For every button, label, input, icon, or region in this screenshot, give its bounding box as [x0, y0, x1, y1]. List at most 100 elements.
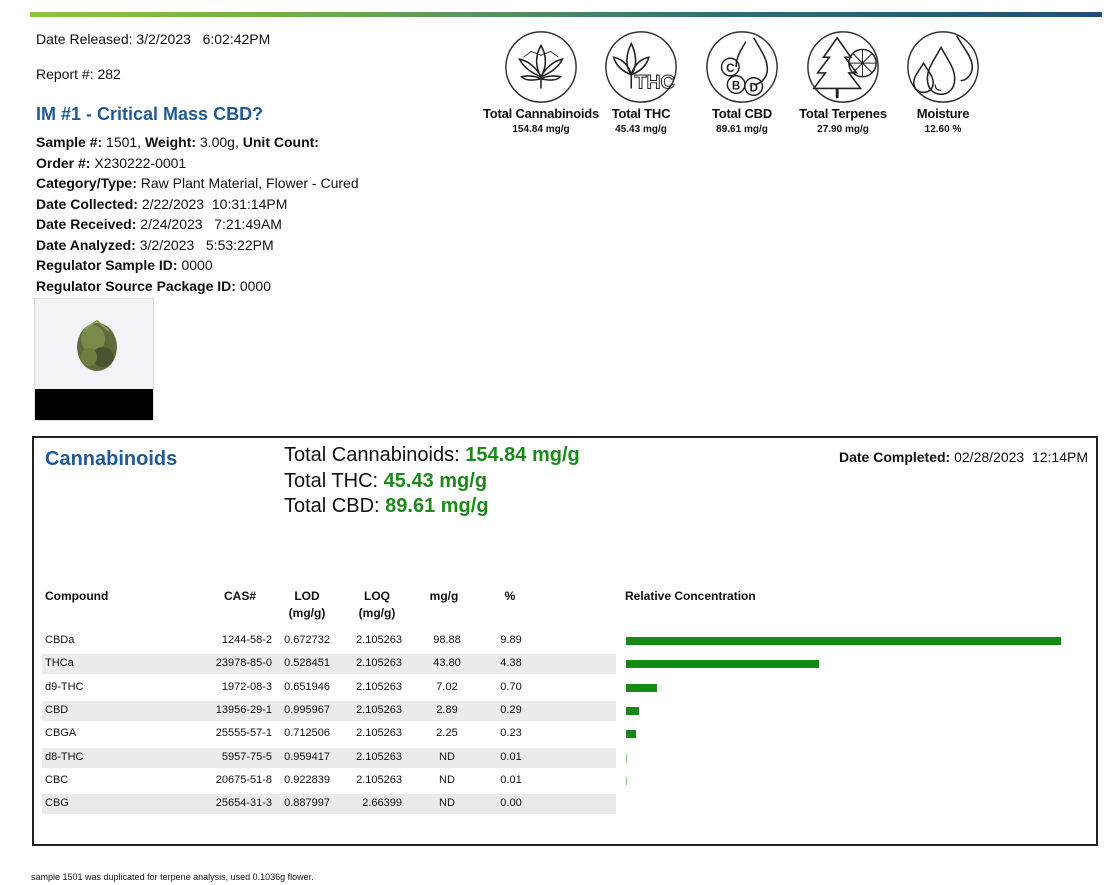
- cell-mgg: 7.02: [436, 680, 458, 693]
- cell-mgg: 2.89: [436, 703, 458, 716]
- cell-pct: 9.89: [500, 634, 522, 646]
- cell-loq: 2.105263: [356, 703, 402, 716]
- category-row: Category/Type: Raw Plant Material, Flowe…: [36, 175, 359, 191]
- cell-loq: 2.105263: [356, 657, 402, 670]
- concentration-bar: [626, 660, 819, 669]
- concentration-bar: [626, 637, 1062, 645]
- cell-mgg: ND: [439, 750, 455, 763]
- relative-concentration-cell: [626, 678, 1066, 698]
- table-row: THCa 23978-85-0 0.528451 2.105263 43.80 4.38: [42, 654, 616, 675]
- col-loq: LOQ (mg/g): [358, 589, 396, 620]
- cell-lod: 0.922839: [284, 773, 330, 786]
- relative-concentration-cell: [626, 794, 1066, 814]
- cell-lod: 0.995967: [284, 703, 330, 716]
- cell-compound: THCa: [45, 657, 74, 670]
- cell-lod: 0.672732: [284, 634, 330, 646]
- cell-pct: 0.00: [500, 797, 522, 810]
- cbd-drop-icon: C B D: [706, 31, 778, 103]
- footnote: sample 1501 was duplicated for terpene a…: [31, 872, 314, 882]
- col-cas: CAS#: [223, 589, 256, 603]
- summary-total-terpenes: Total Terpenes 27.90 mg/g: [793, 28, 893, 135]
- flower-image: [35, 299, 153, 391]
- sample-photo: [34, 298, 154, 421]
- thc-leaf-icon: THC: [605, 31, 677, 103]
- cell-compound: CBD: [45, 703, 69, 716]
- relative-concentration-cell: [626, 771, 1066, 791]
- water-drops-icon: [907, 31, 979, 103]
- summary-total-cbd: C B D Total CBD 89.61 mg/g: [692, 28, 792, 135]
- collected-row: Date Collected: 2/22/2023 10:31:14PM: [36, 195, 288, 212]
- cell-compound: CBC: [45, 773, 69, 786]
- cell-loq: 2.105263: [356, 680, 402, 693]
- cell-pct: 0.01: [500, 773, 522, 786]
- summary-moisture: Moisture 12.60 %: [893, 28, 993, 135]
- cell-lod: 0.651946: [284, 680, 330, 693]
- concentration-bar: [626, 753, 628, 762]
- header-gradient-bar: [30, 12, 1102, 17]
- cell-mgg: ND: [439, 773, 455, 786]
- table-row: d8-THC 5957-75-5 0.959417 2.105263 ND 0.01: [42, 747, 616, 768]
- cell-mgg: 98.88: [433, 634, 461, 646]
- total-cbd-line: Total CBD: 89.61 mg/g: [284, 495, 489, 517]
- svg-text:THC: THC: [635, 71, 675, 93]
- cell-lod: 0.887997: [284, 797, 330, 810]
- total-cannabinoids-line: Total Cannabinoids: 154.84 mg/g: [284, 444, 580, 466]
- cannabis-leaf-icon: [505, 31, 577, 103]
- relative-concentration-cell: [626, 748, 1066, 768]
- table-row: CBGA 25555-57-1 0.712506 2.105263 2.25 0.23: [42, 724, 616, 744]
- svg-text:C: C: [726, 62, 735, 75]
- col-pct: %: [504, 589, 516, 603]
- relative-concentration-cell: [626, 724, 1066, 744]
- relative-concentration-cell: [626, 654, 1066, 674]
- cannabinoids-panel: Cannabinoids Total Cannabinoids: 154.84 …: [32, 436, 1098, 846]
- redaction-bar: [35, 389, 153, 420]
- cell-mgg: ND: [439, 797, 455, 810]
- concentration-bar: [626, 706, 639, 715]
- cell-mgg: 43.80: [433, 657, 461, 670]
- cell-pct: 0.70: [500, 680, 522, 693]
- report-number: Report #: 282: [36, 66, 121, 82]
- col-mgg: mg/g: [429, 589, 459, 603]
- cell-lod: 0.959417: [284, 750, 330, 763]
- cell-pct: 0.29: [500, 703, 522, 716]
- order-row: Order #: X230222-0001: [36, 154, 187, 171]
- analyzed-row: Date Analyzed: 3/2/2023 5:53:22PM: [36, 236, 274, 253]
- table-row: CBG 25654-31-3 0.887997 2.66399 ND 0.00: [42, 794, 616, 815]
- cell-compound: CBGA: [45, 727, 77, 740]
- svg-text:B: B: [732, 79, 740, 92]
- svg-text:D: D: [749, 81, 757, 94]
- tree-lemon-icon: [807, 31, 879, 103]
- cell-loq: 2.66399: [362, 797, 402, 810]
- cell-lod: 0.528451: [284, 657, 330, 670]
- col-relative: Relative Concentration: [625, 589, 756, 603]
- concentration-bar: [626, 776, 628, 785]
- cell-compound: CBG: [45, 797, 69, 810]
- date-released: Date Released: 3/2/2023 6:02:42PM: [36, 31, 271, 47]
- total-thc-line: Total THC: 45.43 mg/g: [284, 469, 488, 492]
- cell-mgg: 2.25: [436, 727, 458, 740]
- cell-loq: 2.105263: [356, 773, 402, 786]
- cell-lod: 0.712506: [284, 727, 330, 740]
- cannabinoid-totals: Total Cannabinoids: 154.84 mg/g Total TH…: [284, 443, 580, 520]
- summary-total-thc: THC Total THC 45.43 mg/g: [591, 28, 691, 135]
- cell-pct: 0.23: [500, 727, 522, 740]
- cell-compound: CBDa: [45, 634, 75, 646]
- regulator-sample-row: Regulator Sample ID: 0000: [36, 257, 213, 273]
- col-lod: LOD (mg/g): [288, 589, 326, 620]
- col-compound: Compound: [45, 589, 109, 603]
- cell-pct: 4.38: [500, 657, 522, 670]
- cell-loq: 2.105263: [356, 727, 402, 740]
- received-row: Date Received: 2/24/2023 7:21:49AM: [36, 216, 282, 232]
- cell-pct: 0.01: [500, 750, 522, 763]
- table-row: CBC 20675-51-8 0.922839 2.105263 ND 0.01: [42, 771, 616, 791]
- cell-compound: d8-THC: [45, 750, 84, 763]
- sample-weight-row: Sample #: 1501, Weight: 3.00g, Unit Coun…: [36, 134, 319, 150]
- concentration-bar: [626, 730, 636, 739]
- regulator-package-row: Regulator Source Package ID: 0000: [36, 277, 271, 294]
- concentration-bar: [626, 683, 657, 692]
- sample-info: Sample #: 1501, Weight: 3.00g, Unit Coun…: [36, 132, 359, 296]
- cell-loq: 2.105263: [356, 750, 402, 763]
- sample-title: IM #1 - Critical Mass CBD?: [36, 104, 264, 124]
- table-row: CBDa 1244-58-2 0.672732 2.105263 98.88 9.89: [42, 631, 616, 651]
- cell-loq: 2.105263: [356, 634, 402, 646]
